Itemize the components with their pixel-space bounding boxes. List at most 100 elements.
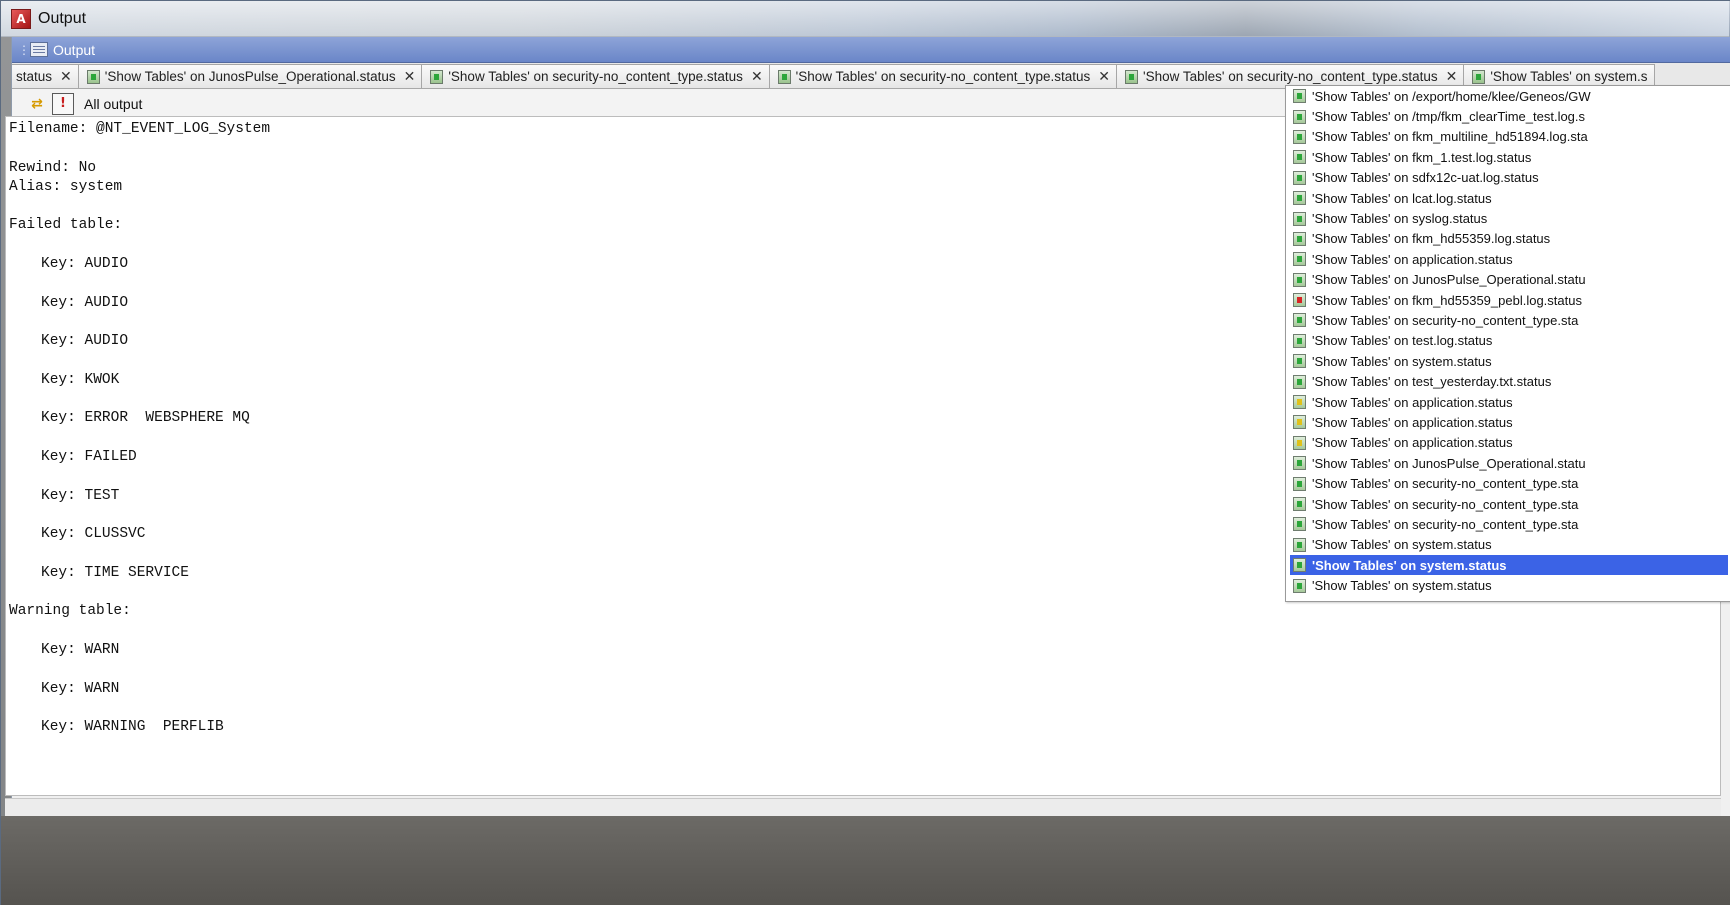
dropdown-item[interactable]: 'Show Tables' on JunosPulse_Operational.… (1286, 453, 1730, 473)
dropdown-item-label: 'Show Tables' on application.status (1312, 251, 1513, 267)
output-line: Key: WARNING PERFLIB (41, 719, 224, 736)
status-bar (5, 798, 1721, 816)
alert-icon[interactable]: ! (52, 92, 74, 115)
status-file-icon (1293, 558, 1306, 573)
status-file-icon (1293, 231, 1306, 246)
dropdown-item-label: 'Show Tables' on system.status (1312, 537, 1492, 553)
status-file-icon (1293, 252, 1306, 267)
status-file-icon (1293, 374, 1306, 389)
dropdown-item[interactable]: 'Show Tables' on system.status (1286, 535, 1730, 555)
tab-0[interactable]: status ✕ (12, 64, 79, 88)
output-view-icon (30, 42, 48, 57)
status-file-icon (1125, 69, 1138, 84)
window-titlebar[interactable]: A Output (1, 1, 1730, 37)
dropdown-item[interactable]: 'Show Tables' on security-no_content_typ… (1286, 310, 1730, 330)
dropdown-item[interactable]: 'Show Tables' on fkm_hd55359_pebl.log.st… (1286, 290, 1730, 310)
tab-list-dropdown: 'Show Tables' on /export/home/klee/Geneo… (1285, 85, 1730, 602)
dropdown-item-label: 'Show Tables' on /tmp/fkm_clearTime_test… (1312, 109, 1586, 125)
dropdown-item[interactable]: 'Show Tables' on sdfx12c-uat.log.status (1286, 168, 1730, 188)
dropdown-item-label: 'Show Tables' on test_yesterday.txt.stat… (1312, 374, 1552, 390)
dropdown-item[interactable]: 'Show Tables' on system.status (1286, 351, 1730, 371)
close-icon[interactable]: ✕ (60, 68, 72, 85)
dropdown-item[interactable]: 'Show Tables' on security-no_content_typ… (1286, 494, 1730, 514)
dropdown-item[interactable]: 'Show Tables' on system.status (1290, 554, 1728, 576)
tab-label: 'Show Tables' on JunosPulse_Operational.… (104, 69, 396, 84)
dropdown-item[interactable]: 'Show Tables' on lcat.log.status (1286, 188, 1730, 208)
status-file-icon (1293, 517, 1306, 532)
dropdown-item[interactable]: 'Show Tables' on application.status (1286, 392, 1730, 412)
dropdown-item[interactable]: 'Show Tables' on security-no_content_typ… (1286, 473, 1730, 493)
dropdown-item[interactable]: 'Show Tables' on test_yesterday.txt.stat… (1286, 371, 1730, 391)
status-file-icon (1293, 211, 1306, 226)
close-icon[interactable]: ✕ (1446, 68, 1458, 85)
dropdown-item[interactable]: 'Show Tables' on /export/home/klee/Geneo… (1286, 86, 1730, 106)
status-file-icon (1293, 313, 1306, 328)
dropdown-item-label: 'Show Tables' on test.log.status (1312, 333, 1493, 349)
status-file-icon (1293, 395, 1306, 410)
view-header[interactable]: ⋮ Output (12, 37, 1730, 63)
dropdown-item-label: 'Show Tables' on security-no_content_typ… (1312, 516, 1579, 532)
dropdown-item-label: 'Show Tables' on system.status (1312, 557, 1507, 573)
dropdown-item[interactable]: 'Show Tables' on fkm_multiline_hd51894.l… (1286, 127, 1730, 147)
tab-label: 'Show Tables' on security-no_content_typ… (448, 69, 743, 84)
dropdown-item[interactable]: 'Show Tables' on JunosPulse_Operational.… (1286, 270, 1730, 290)
dropdown-item-label: 'Show Tables' on application.status (1312, 435, 1513, 451)
dropdown-item-label: 'Show Tables' on syslog.status (1312, 211, 1488, 227)
status-file-icon (1293, 293, 1306, 308)
status-file-icon (1293, 435, 1306, 450)
filter-label[interactable]: All output (84, 96, 142, 112)
refresh-icon[interactable]: ⇄ (26, 93, 48, 115)
status-file-icon (1293, 109, 1306, 124)
status-file-icon (1293, 272, 1306, 287)
dropdown-item-label: 'Show Tables' on application.status (1312, 394, 1513, 410)
tab-1[interactable]: 'Show Tables' on JunosPulse_Operational.… (77, 64, 423, 88)
dropdown-item[interactable]: 'Show Tables' on /tmp/fkm_clearTime_test… (1286, 106, 1730, 126)
dropdown-item-label: 'Show Tables' on system.status (1312, 578, 1492, 594)
output-line: Key: WARN (41, 642, 120, 659)
dropdown-item[interactable]: 'Show Tables' on fkm_1.test.log.status (1286, 147, 1730, 167)
dropdown-item-label: 'Show Tables' on application.status (1312, 414, 1513, 430)
output-line: Warning table: (9, 603, 131, 620)
dropdown-item-label: 'Show Tables' on security-no_content_typ… (1312, 496, 1579, 512)
status-file-icon (1472, 69, 1486, 84)
dropdown-item[interactable]: 'Show Tables' on test.log.status (1286, 331, 1730, 351)
status-file-icon (1293, 497, 1306, 511)
status-file-icon (1293, 415, 1306, 430)
dropdown-item-label: 'Show Tables' on JunosPulse_Operational.… (1312, 272, 1586, 288)
dropdown-item-label: 'Show Tables' on system.status (1312, 353, 1492, 369)
dropdown-item-label: 'Show Tables' on fkm_hd55359_pebl.log.st… (1312, 292, 1582, 308)
close-icon[interactable]: ✕ (404, 68, 416, 85)
dropdown-item-label: 'Show Tables' on JunosPulse_Operational.… (1312, 455, 1586, 471)
dropdown-item[interactable]: 'Show Tables' on application.status (1286, 249, 1730, 269)
dropdown-item-label: 'Show Tables' on lcat.log.status (1312, 190, 1492, 206)
status-file-icon (777, 69, 791, 84)
dropdown-item[interactable]: 'Show Tables' on application.status (1286, 412, 1730, 432)
dropdown-item[interactable]: 'Show Tables' on system.status (1286, 575, 1730, 595)
drag-grip-icon[interactable]: ⋮ (18, 43, 30, 57)
dropdown-item-label: 'Show Tables' on sdfx12c-uat.log.status (1312, 170, 1539, 186)
close-icon[interactable]: ✕ (1098, 68, 1110, 85)
app-icon: A (11, 9, 31, 29)
status-file-icon (1293, 129, 1306, 144)
dropdown-item-label: 'Show Tables' on /export/home/klee/Geneo… (1312, 88, 1591, 104)
status-file-icon (1293, 456, 1306, 471)
status-file-icon (1293, 354, 1306, 369)
tab-label: 'Show Tables' on security-no_content_typ… (795, 69, 1091, 84)
tab-3[interactable]: 'Show Tables' on security-no_content_typ… (768, 64, 1117, 88)
dropdown-item[interactable]: 'Show Tables' on syslog.status (1286, 208, 1730, 228)
status-file-icon (1293, 333, 1306, 348)
dropdown-item[interactable]: 'Show Tables' on security-no_content_typ… (1286, 514, 1730, 534)
tab-2[interactable]: 'Show Tables' on security-no_content_typ… (421, 64, 770, 88)
close-icon[interactable]: ✕ (751, 68, 763, 85)
view-title: Output (53, 41, 96, 58)
dropdown-item[interactable]: 'Show Tables' on fkm_hd55359.log.status (1286, 229, 1730, 249)
dropdown-item[interactable]: 'Show Tables' on application.status (1286, 433, 1730, 453)
tab-label: 'Show Tables' on security-no_content_typ… (1143, 69, 1438, 84)
output-window: A Output ⋮ Output status ✕ 'Show Tables' o… (0, 0, 1730, 905)
output-line: Key: WARN (41, 680, 120, 697)
status-file-icon (1293, 476, 1306, 491)
status-file-icon (1293, 170, 1306, 185)
